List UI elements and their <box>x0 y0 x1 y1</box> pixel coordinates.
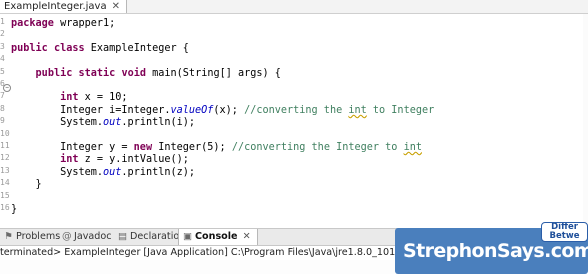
code-line[interactable] <box>11 30 434 42</box>
line-number: 15 <box>0 190 10 200</box>
tab-console[interactable]: ▣ Console ✕ <box>178 229 258 245</box>
line-number: 2 <box>0 29 5 39</box>
code-text[interactable]: package wrapper1; public class ExampleIn… <box>11 18 434 216</box>
code-line[interactable]: Integer y = new Integer(5); //converting… <box>11 142 434 154</box>
editor-tab-exampleinteger[interactable]: ExampleInteger.java ✕ <box>0 0 127 13</box>
declaration-icon: ▤ <box>118 231 128 242</box>
collapse-icon[interactable]: − <box>3 84 11 92</box>
overview-ruler <box>583 14 588 228</box>
tab-problems[interactable]: ⚑ Problems <box>4 229 60 245</box>
code-line[interactable]: package wrapper1; <box>11 18 434 30</box>
code-line[interactable]: System.out.println(z); <box>11 167 434 179</box>
code-line[interactable]: } <box>11 204 434 216</box>
code-line[interactable]: public class ExampleInteger { <box>11 43 434 55</box>
line-number: 13 <box>0 165 10 175</box>
editor-tabbar: ExampleInteger.java ✕ <box>0 0 588 14</box>
code-line[interactable]: Integer i=Integer.valueOf(x); //converti… <box>11 105 434 117</box>
tab-javadoc-label: Javadoc <box>74 231 112 242</box>
tab-console-label: Console <box>195 231 238 242</box>
watermark-text: StrephonSays.com <box>403 240 588 262</box>
line-number: 1 <box>0 17 5 26</box>
problems-icon: ⚑ <box>4 231 13 242</box>
line-number: 9 <box>0 116 5 126</box>
close-icon[interactable]: ✕ <box>243 231 251 242</box>
close-icon[interactable]: ✕ <box>112 1 120 12</box>
tab-javadoc[interactable]: @ Javadoc <box>62 229 112 245</box>
code-editor[interactable]: 1 2 3 4 5 6 7 8 9 10 11 12 13 14 15 16 −… <box>0 14 588 228</box>
line-number: 7 <box>0 91 5 101</box>
code-line[interactable] <box>11 55 434 67</box>
code-line[interactable] <box>11 80 434 92</box>
code-line[interactable]: System.out.println(i); <box>11 117 434 129</box>
code-line[interactable] <box>11 130 434 142</box>
tab-problems-label: Problems <box>16 231 61 242</box>
line-number: 16 <box>0 203 10 213</box>
line-number: 8 <box>0 103 5 113</box>
line-number: 3 <box>0 41 5 51</box>
console-icon: ▣ <box>183 231 193 242</box>
code-line[interactable] <box>11 191 434 203</box>
line-number: 11 <box>0 141 10 151</box>
differences-badge: Differ Betwe <box>541 222 588 242</box>
javadoc-icon: @ <box>62 231 72 242</box>
tab-declaration[interactable]: ▤ Declaration <box>118 229 185 245</box>
line-number: 5 <box>0 66 5 76</box>
code-line[interactable]: } <box>11 179 434 191</box>
line-number: 14 <box>0 178 10 188</box>
line-gutter: 1 2 3 4 5 6 7 8 9 10 11 12 13 14 15 16 <box>0 14 10 230</box>
line-number: 10 <box>0 128 10 138</box>
code-line[interactable]: int z = y.intValue(); <box>11 154 434 166</box>
line-number: 12 <box>0 153 10 163</box>
code-line[interactable]: public static void main(String[] args) { <box>11 68 434 80</box>
line-number: 4 <box>0 54 5 64</box>
code-line[interactable]: int x = 10; <box>11 92 434 104</box>
editor-tab-title: ExampleInteger.java <box>4 1 107 12</box>
